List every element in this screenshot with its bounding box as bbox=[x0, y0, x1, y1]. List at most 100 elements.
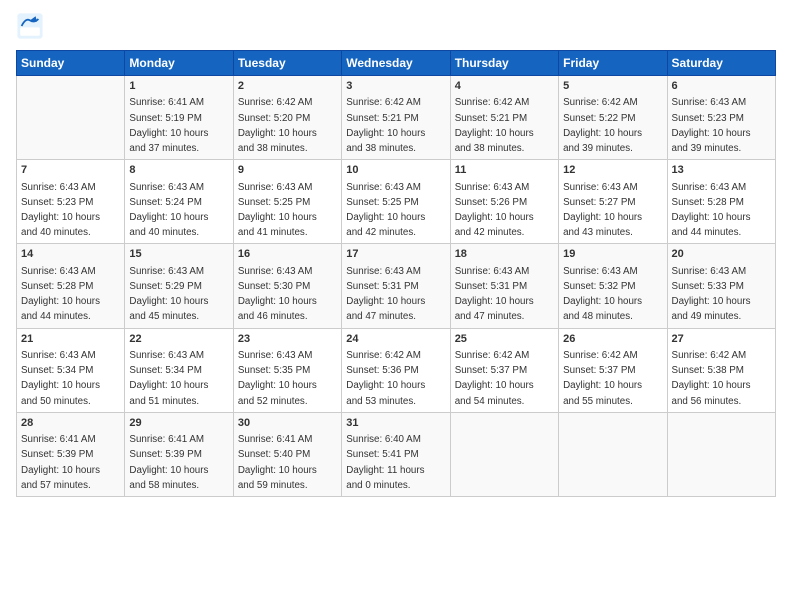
day-cell: 8 Sunrise: 6:43 AMSunset: 5:24 PMDaylight… bbox=[125, 160, 233, 244]
day-cell: 7 Sunrise: 6:43 AMSunset: 5:23 PMDaylight… bbox=[17, 160, 125, 244]
day-cell: 13 Sunrise: 6:43 AMSunset: 5:28 PMDayligh… bbox=[667, 160, 775, 244]
logo bbox=[16, 12, 48, 40]
day-number: 14 bbox=[21, 247, 120, 262]
day-cell: 10Sunrise: 6:43 AMSunset: 5:25 PMDayligh… bbox=[342, 160, 450, 244]
day-info: Sunrise: 6:43 AMSunset: 5:24 PMDaylight:… bbox=[129, 182, 208, 239]
header bbox=[16, 12, 776, 40]
day-info: Sunrise: 6:43 AMSunset: 5:23 PMDaylight:… bbox=[21, 182, 100, 239]
day-info: Sunrise: 6:42 AMSunset: 5:37 PMDaylight:… bbox=[455, 350, 534, 407]
day-info: Sunrise: 6:43 AMSunset: 5:32 PMDaylight:… bbox=[563, 266, 642, 323]
day-number: 19 bbox=[563, 247, 662, 262]
day-cell: 11Sunrise: 6:43 AMSunset: 5:26 PMDayligh… bbox=[450, 160, 558, 244]
day-info: Sunrise: 6:42 AMSunset: 5:20 PMDaylight:… bbox=[238, 97, 317, 154]
day-info: Sunrise: 6:43 AMSunset: 5:28 PMDaylight:… bbox=[672, 182, 751, 239]
day-info: Sunrise: 6:43 AMSunset: 5:31 PMDaylight:… bbox=[346, 266, 425, 323]
day-number: 9 bbox=[238, 163, 337, 178]
day-cell bbox=[17, 76, 125, 160]
week-row-5: 28 Sunrise: 6:41 AMSunset: 5:39 PMDayligh… bbox=[17, 412, 776, 496]
day-info: Sunrise: 6:43 AMSunset: 5:28 PMDaylight:… bbox=[21, 266, 100, 323]
day-cell: 25 Sunrise: 6:42 AMSunset: 5:37 PMDayligh… bbox=[450, 328, 558, 412]
day-number: 12 bbox=[563, 163, 662, 178]
day-info: Sunrise: 6:41 AMSunset: 5:39 PMDaylight:… bbox=[129, 434, 208, 491]
day-cell: 20 Sunrise: 6:43 AMSunset: 5:33 PMDayligh… bbox=[667, 244, 775, 328]
day-cell bbox=[559, 412, 667, 496]
day-cell: 19 Sunrise: 6:43 AMSunset: 5:32 PMDayligh… bbox=[559, 244, 667, 328]
day-number: 8 bbox=[129, 163, 228, 178]
day-cell: 27 Sunrise: 6:42 AMSunset: 5:38 PMDayligh… bbox=[667, 328, 775, 412]
header-cell-thursday: Thursday bbox=[450, 51, 558, 76]
day-number: 4 bbox=[455, 79, 554, 94]
day-info: Sunrise: 6:43 AMSunset: 5:23 PMDaylight:… bbox=[672, 97, 751, 154]
day-cell: 30 Sunrise: 6:41 AMSunset: 5:40 PMDayligh… bbox=[233, 412, 341, 496]
day-cell: 9 Sunrise: 6:43 AMSunset: 5:25 PMDaylight… bbox=[233, 160, 341, 244]
day-cell: 26Sunrise: 6:42 AMSunset: 5:37 PMDayligh… bbox=[559, 328, 667, 412]
header-cell-sunday: Sunday bbox=[17, 51, 125, 76]
day-number: 11 bbox=[455, 163, 554, 178]
day-number: 15 bbox=[129, 247, 228, 262]
day-number: 5 bbox=[563, 79, 662, 94]
day-number: 26 bbox=[563, 332, 662, 347]
day-info: Sunrise: 6:41 AMSunset: 5:19 PMDaylight:… bbox=[129, 97, 208, 154]
day-cell: 29 Sunrise: 6:41 AMSunset: 5:39 PMDayligh… bbox=[125, 412, 233, 496]
day-number: 7 bbox=[21, 163, 120, 178]
day-cell bbox=[667, 412, 775, 496]
day-cell: 17 Sunrise: 6:43 AMSunset: 5:31 PMDayligh… bbox=[342, 244, 450, 328]
calendar-table: SundayMondayTuesdayWednesdayThursdayFrid… bbox=[16, 50, 776, 497]
week-row-3: 14 Sunrise: 6:43 AMSunset: 5:28 PMDayligh… bbox=[17, 244, 776, 328]
day-info: Sunrise: 6:43 AMSunset: 5:29 PMDaylight:… bbox=[129, 266, 208, 323]
week-row-1: 1 Sunrise: 6:41 AMSunset: 5:19 PMDaylight… bbox=[17, 76, 776, 160]
day-number: 21 bbox=[21, 332, 120, 347]
logo-icon bbox=[16, 12, 44, 40]
day-info: Sunrise: 6:41 AMSunset: 5:39 PMDaylight:… bbox=[21, 434, 100, 491]
day-info: Sunrise: 6:41 AMSunset: 5:40 PMDaylight:… bbox=[238, 434, 317, 491]
day-number: 1 bbox=[129, 79, 228, 94]
day-info: Sunrise: 6:42 AMSunset: 5:21 PMDaylight:… bbox=[346, 97, 425, 154]
day-info: Sunrise: 6:42 AMSunset: 5:22 PMDaylight:… bbox=[563, 97, 642, 154]
day-cell: 4 Sunrise: 6:42 AMSunset: 5:21 PMDaylight… bbox=[450, 76, 558, 160]
day-cell: 31 Sunrise: 6:40 AMSunset: 5:41 PMDayligh… bbox=[342, 412, 450, 496]
day-cell: 1 Sunrise: 6:41 AMSunset: 5:19 PMDaylight… bbox=[125, 76, 233, 160]
week-row-4: 21 Sunrise: 6:43 AMSunset: 5:34 PMDayligh… bbox=[17, 328, 776, 412]
header-cell-monday: Monday bbox=[125, 51, 233, 76]
day-cell: 2 Sunrise: 6:42 AMSunset: 5:20 PMDaylight… bbox=[233, 76, 341, 160]
day-number: 20 bbox=[672, 247, 771, 262]
day-number: 18 bbox=[455, 247, 554, 262]
day-number: 24 bbox=[346, 332, 445, 347]
day-cell: 16Sunrise: 6:43 AMSunset: 5:30 PMDayligh… bbox=[233, 244, 341, 328]
day-info: Sunrise: 6:43 AMSunset: 5:34 PMDaylight:… bbox=[21, 350, 100, 407]
day-cell: 15 Sunrise: 6:43 AMSunset: 5:29 PMDayligh… bbox=[125, 244, 233, 328]
day-number: 10 bbox=[346, 163, 445, 178]
day-info: Sunrise: 6:43 AMSunset: 5:25 PMDaylight:… bbox=[238, 182, 317, 239]
day-number: 3 bbox=[346, 79, 445, 94]
day-cell: 21 Sunrise: 6:43 AMSunset: 5:34 PMDayligh… bbox=[17, 328, 125, 412]
day-number: 27 bbox=[672, 332, 771, 347]
day-cell: 23Sunrise: 6:43 AMSunset: 5:35 PMDayligh… bbox=[233, 328, 341, 412]
header-cell-saturday: Saturday bbox=[667, 51, 775, 76]
day-cell: 12Sunrise: 6:43 AMSunset: 5:27 PMDayligh… bbox=[559, 160, 667, 244]
day-number: 22 bbox=[129, 332, 228, 347]
day-cell: 22Sunrise: 6:43 AMSunset: 5:34 PMDayligh… bbox=[125, 328, 233, 412]
header-row: SundayMondayTuesdayWednesdayThursdayFrid… bbox=[17, 51, 776, 76]
day-number: 31 bbox=[346, 416, 445, 431]
day-number: 6 bbox=[672, 79, 771, 94]
page: SundayMondayTuesdayWednesdayThursdayFrid… bbox=[0, 0, 792, 612]
day-number: 28 bbox=[21, 416, 120, 431]
day-number: 16 bbox=[238, 247, 337, 262]
header-cell-tuesday: Tuesday bbox=[233, 51, 341, 76]
day-info: Sunrise: 6:42 AMSunset: 5:21 PMDaylight:… bbox=[455, 97, 534, 154]
day-info: Sunrise: 6:42 AMSunset: 5:38 PMDaylight:… bbox=[672, 350, 751, 407]
day-number: 25 bbox=[455, 332, 554, 347]
day-info: Sunrise: 6:40 AMSunset: 5:41 PMDaylight:… bbox=[346, 434, 424, 491]
day-info: Sunrise: 6:43 AMSunset: 5:33 PMDaylight:… bbox=[672, 266, 751, 323]
day-cell: 28 Sunrise: 6:41 AMSunset: 5:39 PMDayligh… bbox=[17, 412, 125, 496]
header-cell-wednesday: Wednesday bbox=[342, 51, 450, 76]
day-number: 2 bbox=[238, 79, 337, 94]
day-cell bbox=[450, 412, 558, 496]
day-number: 17 bbox=[346, 247, 445, 262]
day-number: 29 bbox=[129, 416, 228, 431]
day-number: 30 bbox=[238, 416, 337, 431]
day-info: Sunrise: 6:43 AMSunset: 5:31 PMDaylight:… bbox=[455, 266, 534, 323]
day-cell: 3 Sunrise: 6:42 AMSunset: 5:21 PMDaylight… bbox=[342, 76, 450, 160]
day-number: 13 bbox=[672, 163, 771, 178]
day-cell: 5 Sunrise: 6:42 AMSunset: 5:22 PMDaylight… bbox=[559, 76, 667, 160]
